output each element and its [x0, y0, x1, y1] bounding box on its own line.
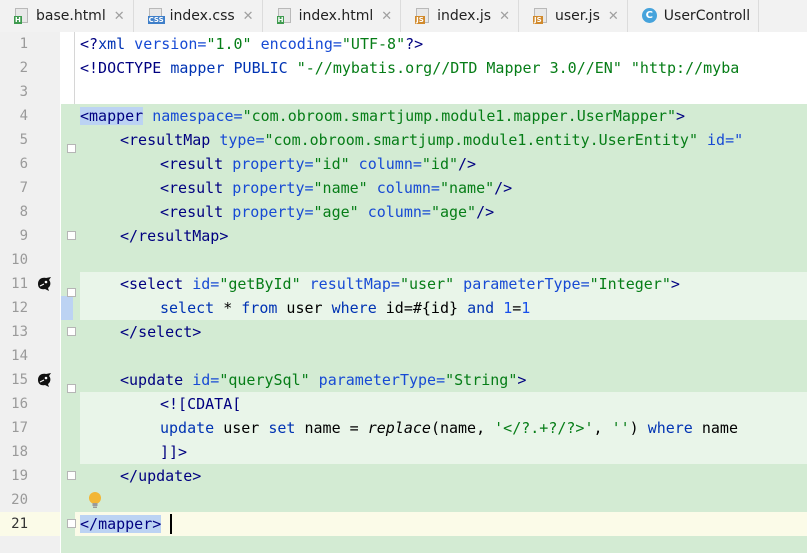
line-number: 7	[19, 180, 28, 196]
current-line-highlight	[75, 512, 807, 536]
code-line: update user set name = replace(name, '</…	[160, 419, 738, 437]
html-file-icon: H	[14, 8, 30, 24]
line-number: 20	[11, 492, 28, 508]
close-icon[interactable]: ✕	[114, 9, 125, 24]
close-icon[interactable]: ✕	[499, 9, 510, 24]
tab-index-js[interactable]: JS index.js ✕	[401, 0, 519, 32]
line-number: 6	[19, 156, 28, 172]
code-line: <![CDATA[	[160, 395, 242, 413]
close-icon[interactable]: ✕	[608, 9, 619, 24]
code-line: </select>	[120, 323, 202, 341]
tab-index-html[interactable]: H index.html ✕	[262, 0, 402, 32]
mybatis-navigate-icon[interactable]	[36, 371, 54, 389]
line-number: 9	[19, 228, 28, 244]
close-icon[interactable]: ✕	[243, 9, 254, 24]
line-number: 17	[11, 420, 28, 436]
line-number: 2	[19, 60, 28, 76]
css-file-icon: CSS	[147, 8, 165, 24]
code-line: select * from user where id=#{id} and 1=…	[160, 299, 531, 317]
line-number: 19	[11, 468, 28, 484]
text-caret	[170, 514, 172, 534]
tab-base-html[interactable]: H base.html ✕	[0, 0, 134, 32]
code-line: <update id="querySql" parameterType="Str…	[120, 371, 527, 389]
fold-marker[interactable]	[67, 144, 76, 153]
line-number: 12	[11, 300, 28, 316]
code-line: <mapper namespace="com.obroom.smartjump.…	[80, 107, 686, 125]
code-line: <!DOCTYPE mapper PUBLIC "-//mybatis.org/…	[80, 59, 740, 77]
line-number: 13	[11, 324, 28, 340]
intention-bulb-icon[interactable]	[88, 491, 102, 509]
fold-marker[interactable]	[67, 327, 76, 336]
code-line: <?xml version="1.0" encoding="UTF-8"?>	[80, 35, 424, 53]
fold-marker[interactable]	[67, 231, 76, 240]
editor-tab-bar: H base.html ✕ CSS index.css ✕ H index.ht…	[0, 0, 807, 33]
js-file-icon: JS	[532, 8, 549, 24]
line-number: 18	[11, 444, 28, 460]
tab-label: base.html	[36, 8, 106, 24]
code-line: <resultMap type="com.obroom.smartjump.mo…	[120, 131, 744, 149]
code-line: <select id="getById" resultMap="user" pa…	[120, 275, 680, 293]
code-line: </mapper>	[80, 515, 162, 533]
tab-label: UserControll	[663, 8, 751, 24]
code-line: ]]>	[160, 443, 188, 461]
close-icon[interactable]: ✕	[381, 9, 392, 24]
tab-label: index.css	[169, 8, 235, 24]
line-number: 15	[11, 372, 28, 388]
fold-marker[interactable]	[67, 384, 76, 393]
code-editor[interactable]: 1 2 3 4 5 6 7 8 9 10 11 12 13 14 15 16 1…	[0, 32, 807, 553]
code-line: <result property="name" column="name"/>	[160, 179, 513, 197]
line-number: 10	[11, 252, 28, 268]
line-number-current: 21	[11, 516, 28, 532]
line-number: 11	[11, 276, 28, 292]
line-number: 5	[19, 132, 28, 148]
class-icon: C	[641, 8, 658, 24]
fold-marker[interactable]	[67, 519, 76, 528]
html-file-icon: H	[276, 8, 293, 24]
mybatis-navigate-icon[interactable]	[36, 275, 54, 293]
tab-index-css[interactable]: CSS index.css ✕	[133, 0, 263, 32]
code-line: <result property="id" column="id"/>	[160, 155, 477, 173]
tab-user-js[interactable]: JS user.js ✕	[518, 0, 628, 32]
line-number: 16	[11, 396, 28, 412]
line-number: 4	[19, 108, 28, 124]
code-line: <result property="age" column="age"/>	[160, 203, 495, 221]
fold-marker[interactable]	[67, 471, 76, 480]
tab-label: index.html	[298, 8, 374, 24]
js-file-icon: JS	[415, 8, 431, 24]
tab-user-controller[interactable]: C UserControll	[627, 0, 760, 32]
fold-marker[interactable]	[67, 288, 76, 297]
line-number: 3	[19, 84, 28, 100]
line-number: 8	[19, 204, 28, 220]
tab-label: user.js	[554, 8, 600, 24]
line-number: 14	[11, 348, 28, 364]
gutter-selection-marker	[61, 296, 73, 320]
line-number: 1	[19, 36, 28, 52]
code-line: </update>	[120, 467, 202, 485]
code-line: </resultMap>	[120, 227, 229, 245]
tab-label: index.js	[437, 8, 492, 24]
